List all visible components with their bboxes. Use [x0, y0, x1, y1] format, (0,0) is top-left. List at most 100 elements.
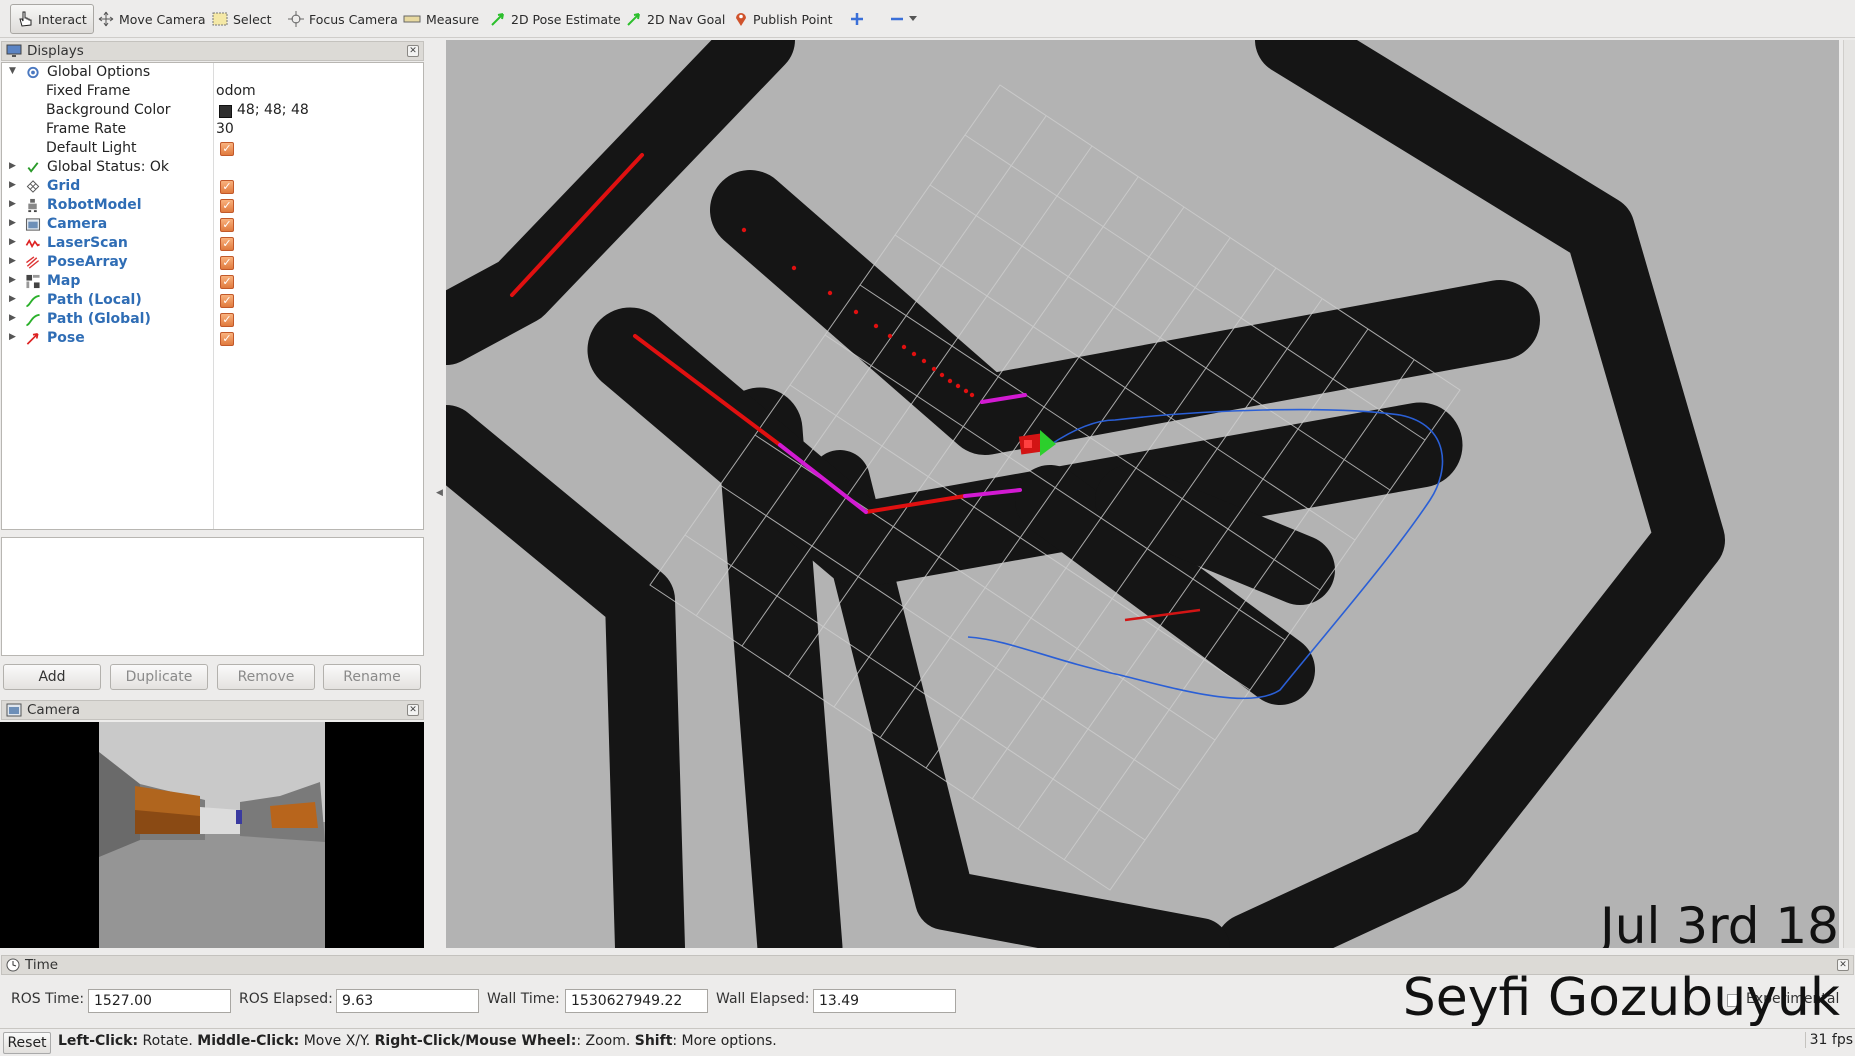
fixed-frame-value[interactable]: odom	[216, 83, 256, 99]
clock-icon	[6, 958, 20, 972]
nav-goal-label: 2D Nav Goal	[647, 11, 726, 27]
nav-goal-tool-button[interactable]: 2D Nav Goal	[620, 4, 731, 34]
remove-display-button[interactable]: Remove	[217, 664, 315, 690]
collapsed-arrow-icon[interactable]: ▶	[9, 199, 16, 209]
camera-checkbox[interactable]: ✓	[220, 218, 234, 232]
path-global-label: Path (Global)	[47, 311, 151, 327]
remove-tool-dropdown[interactable]	[884, 4, 923, 34]
rename-display-button[interactable]: Rename	[323, 664, 421, 690]
tree-item-path-global[interactable]: ▶ Path (Global) ✓	[2, 310, 422, 329]
duplicate-display-button[interactable]: Duplicate	[110, 664, 208, 690]
green-arrow-icon	[627, 13, 640, 26]
add-display-button[interactable]: Add	[3, 664, 101, 690]
close-icon[interactable]: ✕	[407, 45, 419, 57]
grid-checkbox[interactable]: ✓	[220, 180, 234, 194]
map-visualization	[446, 40, 1839, 948]
path-icon	[26, 313, 40, 327]
collapsed-arrow-icon[interactable]: ▶	[9, 275, 16, 285]
camera-icon	[25, 218, 41, 231]
tree-item-grid[interactable]: ▶ Grid ✓	[2, 177, 422, 196]
author-overlay-text: Seyfi Gozubuyuk	[1402, 968, 1840, 1028]
pose-label: Pose	[47, 330, 85, 346]
interact-tool-button[interactable]: Interact	[10, 4, 94, 34]
tree-item-path-local[interactable]: ▶ Path (Local) ✓	[2, 291, 422, 310]
collapsed-arrow-icon[interactable]: ▶	[9, 237, 16, 247]
collapsed-arrow-icon[interactable]: ▶	[9, 161, 16, 171]
robotmodel-checkbox[interactable]: ✓	[220, 199, 234, 213]
path-global-checkbox[interactable]: ✓	[220, 313, 234, 327]
tree-item-pose[interactable]: ▶ Pose ✓	[2, 329, 422, 348]
tree-item-global-status[interactable]: ▶ Global Status: Ok	[2, 158, 422, 177]
camera-label: Camera	[47, 216, 108, 232]
color-swatch[interactable]	[219, 105, 232, 118]
collapsed-arrow-icon[interactable]: ▶	[9, 256, 16, 266]
date-overlay-text: Jul 3rd 18	[1600, 897, 1839, 948]
pose-checkbox[interactable]: ✓	[220, 332, 234, 346]
ros-elapsed-field[interactable]: 9.63	[336, 989, 479, 1013]
collapse-left-arrow-icon[interactable]: ◀	[436, 488, 443, 498]
frame-rate-value[interactable]: 30	[216, 121, 234, 137]
posearray-label: PoseArray	[47, 254, 128, 270]
tree-item-posearray[interactable]: ▶ PoseArray ✓	[2, 253, 422, 272]
dropdown-arrow-icon	[909, 16, 917, 21]
3d-render-viewport[interactable]: Jul 3rd 18	[446, 40, 1839, 948]
property-background-color[interactable]: Background Color 48; 48; 48	[2, 101, 422, 120]
background-color-value[interactable]: 48; 48; 48	[237, 102, 309, 118]
gear-icon	[27, 66, 39, 79]
expanded-arrow-icon[interactable]: ▼	[9, 66, 16, 76]
move-camera-icon	[98, 11, 114, 27]
path-icon	[26, 294, 40, 308]
laserscan-label: LaserScan	[47, 235, 128, 251]
camera-feed-image	[0, 722, 424, 948]
map-pin-icon	[736, 13, 746, 26]
default-light-checkbox[interactable]: ✓	[220, 142, 234, 156]
tree-item-robotmodel[interactable]: ▶ RobotModel ✓	[2, 196, 422, 215]
map-checkbox[interactable]: ✓	[220, 275, 234, 289]
path-local-checkbox[interactable]: ✓	[220, 294, 234, 308]
ros-elapsed-label: ROS Elapsed:	[239, 991, 333, 1007]
status-help-text: Left-Click: Rotate. Middle-Click: Move X…	[58, 1033, 777, 1049]
collapsed-arrow-icon[interactable]: ▶	[9, 180, 16, 190]
laserscan-checkbox[interactable]: ✓	[220, 237, 234, 251]
tree-item-laserscan[interactable]: ▶ LaserScan ✓	[2, 234, 422, 253]
interact-label: Interact	[38, 11, 87, 27]
tree-item-camera[interactable]: ▶ Camera ✓	[2, 215, 422, 234]
plus-icon	[851, 13, 863, 25]
ros-time-label: ROS Time:	[11, 991, 85, 1007]
map-icon	[26, 274, 40, 289]
property-frame-rate[interactable]: Frame Rate 30	[2, 120, 422, 139]
collapsed-arrow-icon[interactable]: ▶	[9, 294, 16, 304]
pose-estimate-tool-button[interactable]: 2D Pose Estimate	[484, 4, 627, 34]
collapsed-arrow-icon[interactable]: ▶	[9, 332, 16, 342]
map-label: Map	[47, 273, 81, 289]
green-arrow-icon	[491, 13, 504, 26]
move-camera-tool-button[interactable]: Move Camera	[92, 4, 212, 34]
wall-time-field[interactable]: 1530627949.22	[565, 989, 708, 1013]
camera-panel-header: Camera ✕	[1, 700, 424, 720]
background-color-label: Background Color	[46, 102, 171, 118]
posearray-icon	[26, 256, 40, 269]
focus-camera-tool-button[interactable]: Focus Camera	[282, 4, 404, 34]
focus-camera-label: Focus Camera	[309, 11, 398, 27]
property-default-light[interactable]: Default Light ✓	[2, 139, 422, 158]
wall-elapsed-field[interactable]: 13.49	[813, 989, 956, 1013]
collapsed-arrow-icon[interactable]: ▶	[9, 218, 16, 228]
reset-button[interactable]: Reset	[3, 1032, 51, 1054]
ruler-icon	[403, 15, 421, 23]
select-tool-button[interactable]: Select	[206, 4, 278, 34]
measure-tool-button[interactable]: Measure	[397, 4, 485, 34]
grid-label: Grid	[47, 178, 81, 194]
wall-elapsed-label: Wall Elapsed:	[716, 991, 810, 1007]
tree-item-map[interactable]: ▶ Map ✓	[2, 272, 422, 291]
tree-item-global-options[interactable]: ▼ Global Options	[2, 63, 422, 82]
publish-point-tool-button[interactable]: Publish Point	[728, 4, 839, 34]
property-fixed-frame[interactable]: Fixed Frame odom	[2, 82, 422, 101]
collapsed-arrow-icon[interactable]: ▶	[9, 313, 16, 323]
select-icon	[212, 12, 228, 26]
default-light-label: Default Light	[46, 140, 137, 156]
global-status-label: Global Status: Ok	[47, 159, 170, 175]
posearray-checkbox[interactable]: ✓	[220, 256, 234, 270]
ros-time-field[interactable]: 1527.00	[88, 989, 231, 1013]
close-icon[interactable]: ✕	[407, 704, 419, 716]
add-tool-button[interactable]	[844, 4, 870, 34]
